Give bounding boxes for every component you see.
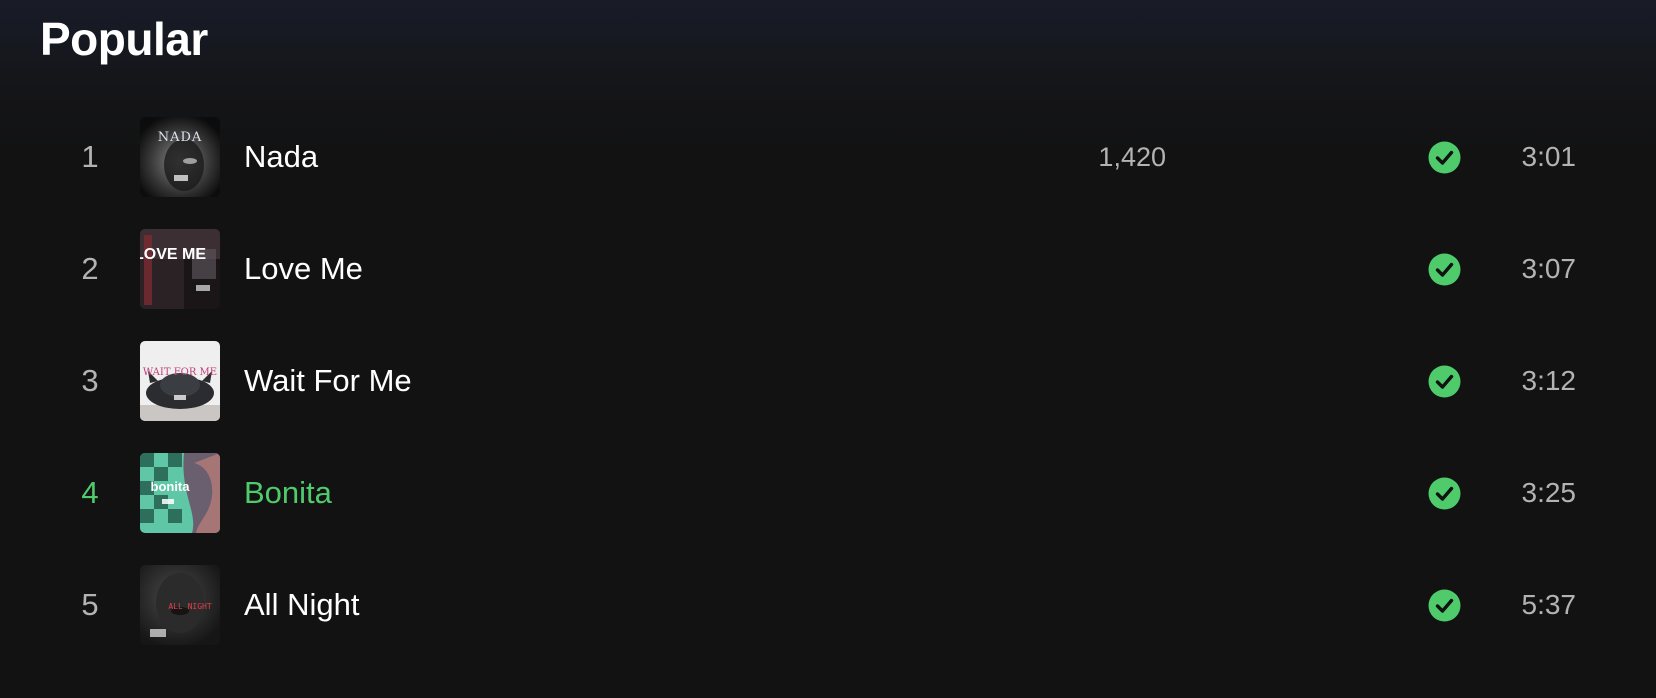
track-plays: 1,420	[1098, 142, 1166, 172]
album-cover[interactable]: bonita	[140, 453, 220, 533]
track-duration: 3:25	[1521, 477, 1577, 508]
cover-text: LOVE ME	[140, 246, 206, 263]
track-number: 5	[81, 587, 99, 622]
cover-text: ALL NIGHT	[168, 602, 212, 611]
track-plays	[1040, 549, 1166, 661]
check-circle-icon[interactable]	[1428, 589, 1461, 622]
track-number: 4	[81, 475, 99, 510]
track-duration: 3:01	[1521, 141, 1577, 172]
album-cover[interactable]: NADA	[140, 117, 220, 197]
track-plays	[1040, 213, 1166, 325]
album-cover[interactable]: LOVE ME	[140, 229, 220, 309]
track-number: 3	[81, 363, 99, 398]
track-row[interactable]: 2 LOVE ME Love Me 3:07	[0, 213, 1656, 325]
track-duration: 3:07	[1521, 253, 1577, 284]
check-circle-icon[interactable]	[1428, 253, 1461, 286]
track-row[interactable]: 3 WAIT FOR ME Wait For Me 3:12	[0, 325, 1656, 437]
album-cover[interactable]: ALL NIGHT	[140, 565, 220, 645]
track-row[interactable]: 4 bonita Bonita 3:25	[0, 437, 1656, 549]
track-title[interactable]: Wait For Me	[244, 325, 412, 437]
track-number: 2	[81, 251, 99, 286]
track-title[interactable]: Love Me	[244, 213, 363, 325]
track-number: 1	[81, 139, 99, 174]
track-plays	[1040, 325, 1166, 437]
check-circle-icon[interactable]	[1428, 477, 1461, 510]
track-duration: 5:37	[1521, 589, 1577, 620]
cover-text: NADA	[158, 130, 203, 145]
cover-text: WAIT FOR ME	[143, 367, 217, 378]
track-title[interactable]: All Night	[244, 549, 359, 661]
section-title: Popular	[40, 13, 208, 65]
track-row[interactable]: 5 ALL NIGHT All Night 5:37	[0, 549, 1656, 661]
track-plays	[1040, 437, 1166, 549]
track-title[interactable]: Nada	[244, 101, 318, 213]
album-cover[interactable]: WAIT FOR ME	[140, 341, 220, 421]
check-circle-icon[interactable]	[1428, 365, 1461, 398]
track-title[interactable]: Bonita	[244, 437, 332, 549]
track-duration: 3:12	[1521, 365, 1577, 396]
cover-text: bonita	[151, 479, 191, 494]
track-row[interactable]: 1 NADA Nada 1,420 3:01	[0, 101, 1656, 213]
track-list: 1 NADA Nada 1,420 3:01 2 LOVE ME Love Me…	[0, 101, 1656, 661]
check-circle-icon[interactable]	[1428, 141, 1461, 174]
